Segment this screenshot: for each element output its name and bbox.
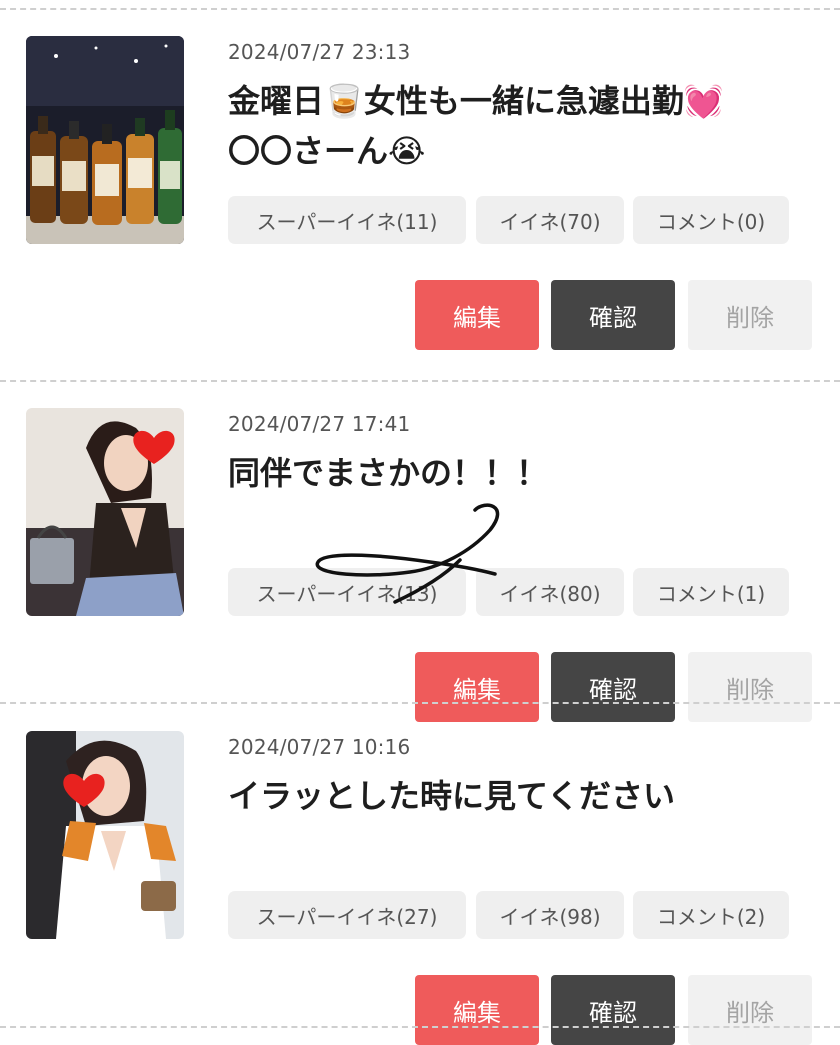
confirm-button[interactable]: 確認 [551, 280, 675, 350]
comment-count[interactable]: コメント(1) [633, 568, 789, 616]
edit-button[interactable]: 編集 [415, 975, 539, 1045]
divider-bottom [0, 1026, 840, 1028]
post-thumbnail[interactable] [26, 408, 184, 616]
delete-button[interactable]: 削除 [688, 280, 812, 350]
super-like-count[interactable]: スーパーイイネ(13) [228, 568, 466, 616]
post-thumbnail[interactable] [26, 36, 184, 244]
post-item: 2024/07/27 17:41 同伴でまさかの！！！ スーパーイイネ(13) … [0, 372, 840, 722]
post-item: 2024/07/27 23:13 金曜日🥃女性も一緒に急遽出勤💓 〇〇さーん😭 … [0, 0, 840, 350]
post-item: 2024/07/27 10:16 イラッとした時に見てください スーパーイイネ(… [0, 695, 840, 1045]
like-count[interactable]: イイネ(80) [476, 568, 624, 616]
post-thumbnail[interactable] [26, 731, 184, 939]
post-title[interactable]: 同伴でまさかの！！！ [228, 448, 818, 498]
post-date: 2024/07/27 23:13 [228, 40, 411, 64]
comment-count[interactable]: コメント(0) [633, 196, 789, 244]
edit-button[interactable]: 編集 [415, 280, 539, 350]
comment-count[interactable]: コメント(2) [633, 891, 789, 939]
post-title-line: 金曜日🥃女性も一緒に急遽出勤💓 [228, 82, 724, 120]
woman-photo-heart-sticker-icon [26, 731, 184, 939]
post-date: 2024/07/27 10:16 [228, 735, 411, 759]
like-count[interactable]: イイネ(70) [476, 196, 624, 244]
like-count[interactable]: イイネ(98) [476, 891, 624, 939]
super-like-count[interactable]: スーパーイイネ(11) [228, 196, 466, 244]
delete-button[interactable]: 削除 [688, 975, 812, 1045]
confirm-button[interactable]: 確認 [551, 975, 675, 1045]
post-title-line: イラッとした時に見てください [228, 777, 676, 815]
post-title-line: 同伴でまさかの！！！ [228, 454, 549, 492]
post-title[interactable]: 金曜日🥃女性も一緒に急遽出勤💓 〇〇さーん😭 [228, 76, 818, 176]
post-title-line: 〇〇さーん😭 [228, 132, 426, 170]
super-like-count[interactable]: スーパーイイネ(27) [228, 891, 466, 939]
post-title[interactable]: イラッとした時に見てください [228, 771, 818, 821]
whisky-bottles-photo-icon [26, 36, 184, 244]
post-date: 2024/07/27 17:41 [228, 412, 411, 436]
woman-photo-heart-sticker-icon [26, 408, 184, 616]
